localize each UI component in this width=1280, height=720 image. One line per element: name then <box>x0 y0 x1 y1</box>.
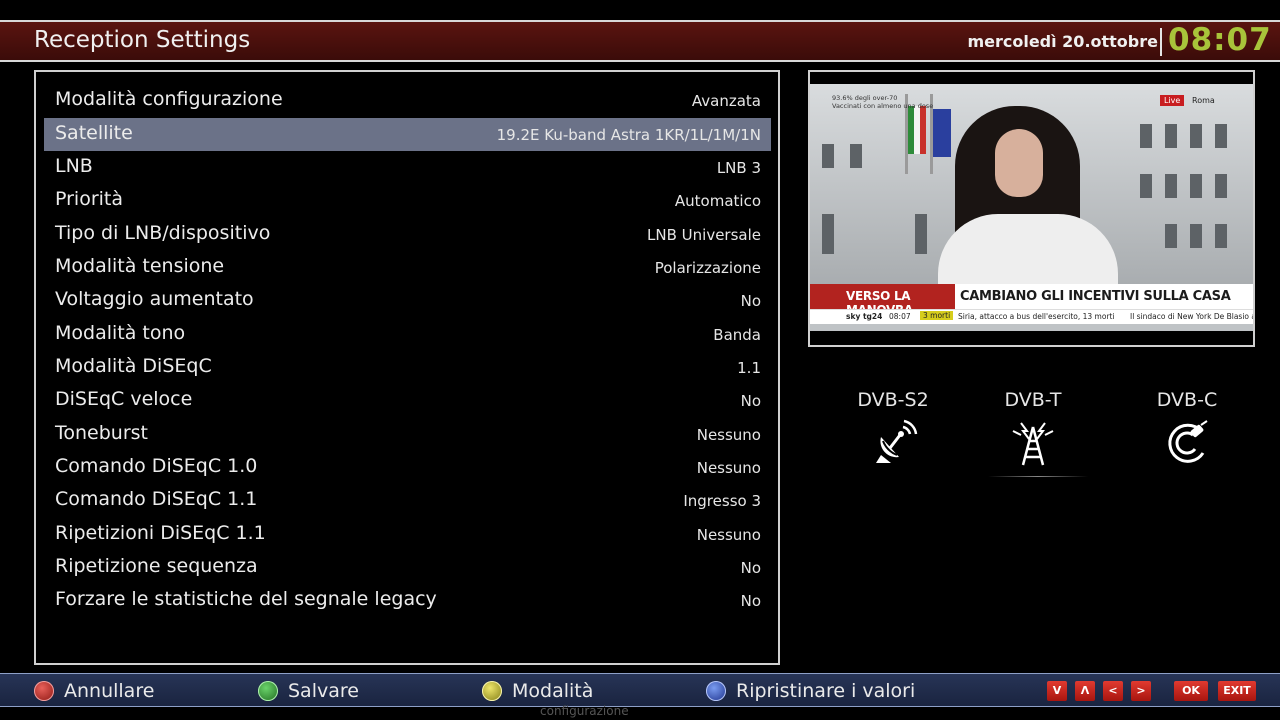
setting-label: Priorità <box>55 188 124 210</box>
date-display: mercoledì 20.ottobre <box>967 32 1158 51</box>
setting-row-sequence-repeat[interactable]: Ripetizione sequenza No <box>44 551 771 584</box>
setting-row-satellite[interactable]: Satellite 19.2E Ku-band Astra 1KR/1L/1M/… <box>44 118 771 151</box>
setting-row-voltage-mode[interactable]: Modalità tensione Polarizzazione <box>44 251 771 284</box>
setting-row-fast-diseqc[interactable]: DiSEqC veloce No <box>44 384 771 417</box>
setting-value: Automatico <box>674 192 761 210</box>
tuner-label: DVB-S2 <box>857 389 929 411</box>
ok-key-button[interactable]: OK <box>1174 681 1208 701</box>
yellow-button-icon <box>482 681 502 701</box>
settings-list: Modalità configurazione Avanzata Satelli… <box>34 70 780 665</box>
setting-value: Banda <box>713 326 761 344</box>
news-banner: VERSO LA MANOVRA CAMBIANO GLI INCENTIVI … <box>810 284 1253 317</box>
setting-value: LNB Universale <box>647 226 761 244</box>
setting-row-lnb-type[interactable]: Tipo di LNB/dispositivo LNB Universale <box>44 218 771 251</box>
setting-value: Nessuno <box>696 526 761 544</box>
tuner-dvb-s2: DVB-S2 <box>833 389 953 473</box>
down-key-button[interactable]: V <box>1047 681 1067 701</box>
setting-row-toneburst[interactable]: Toneburst Nessuno <box>44 418 771 451</box>
setting-row-diseqc-command-10[interactable]: Comando DiSEqC 1.0 Nessuno <box>44 451 771 484</box>
live-city: Roma <box>1192 96 1215 105</box>
green-button-icon <box>258 681 278 701</box>
setting-value: No <box>740 392 761 410</box>
right-key-button[interactable]: > <box>1131 681 1151 701</box>
footer-overflow-text: configurazione <box>540 704 629 718</box>
setting-row-diseqc-mode[interactable]: Modalità DiSEqC 1.1 <box>44 351 771 384</box>
setting-label: Modalità tensione <box>55 255 225 277</box>
setting-label: Modalità DiSEqC <box>55 355 212 377</box>
page-title: Reception Settings <box>34 27 251 53</box>
tuner-selection-indicator <box>988 476 1088 477</box>
news-ticker: sky tg24 08:07 3 morti Siria, attacco a … <box>810 309 1253 324</box>
setting-value: Nessuno <box>696 459 761 477</box>
setting-value: No <box>740 592 761 610</box>
satellite-dish-icon <box>876 419 918 463</box>
video-frame: 93.6% degli over-70 Vaccinati con almeno… <box>810 84 1253 331</box>
live-badge: Live <box>1160 95 1185 106</box>
setting-value: Polarizzazione <box>654 259 761 277</box>
setting-row-increased-voltage[interactable]: Voltaggio aumentato No <box>44 284 771 317</box>
setting-row-legacy-signal-stats[interactable]: Forzare le statistiche del segnale legac… <box>44 584 771 617</box>
clock-display: 08:07 <box>1168 22 1272 58</box>
exit-key-button[interactable]: EXIT <box>1218 681 1256 701</box>
setting-value: Ingresso 3 <box>683 492 761 510</box>
setting-label: Modalità tono <box>55 322 186 344</box>
setting-label: Ripetizione sequenza <box>55 555 258 577</box>
up-key-button[interactable]: Λ <box>1075 681 1095 701</box>
setting-row-diseqc-repeats[interactable]: Ripetizioni DiSEqC 1.1 Nessuno <box>44 518 771 551</box>
left-key-button[interactable]: < <box>1103 681 1123 701</box>
setting-row-tone-mode[interactable]: Modalità tono Banda <box>44 318 771 351</box>
setting-value: LNB 3 <box>716 159 761 177</box>
setting-value: No <box>740 559 761 577</box>
setting-label: LNB <box>55 155 93 177</box>
setting-label: Voltaggio aumentato <box>55 288 254 310</box>
setting-label: Tipo di LNB/dispositivo <box>55 222 271 244</box>
setting-label: Modalità configurazione <box>55 88 283 110</box>
setting-label: Satellite <box>55 122 133 144</box>
setting-label: Comando DiSEqC 1.1 <box>55 488 258 510</box>
setting-row-configuration-mode[interactable]: Modalità configurazione Avanzata <box>44 84 771 117</box>
setting-value: 1.1 <box>737 359 761 377</box>
setting-row-priority[interactable]: Priorità Automatico <box>44 184 771 217</box>
header-bar: Reception Settings mercoledì 20.ottobre … <box>0 20 1280 62</box>
blue-button-icon <box>706 681 726 701</box>
header-separator <box>1160 28 1162 56</box>
tuner-dvb-c: DVB-C <box>1127 389 1247 473</box>
tuner-label: DVB-C <box>1156 389 1218 411</box>
footer-bar: Annullare Salvare Modalità Ripristinare … <box>0 673 1280 707</box>
tuner-dvb-t: DVB-T <box>973 389 1093 473</box>
setting-value: No <box>740 292 761 310</box>
setting-value: Nessuno <box>696 426 761 444</box>
red-button-icon <box>34 681 54 701</box>
tuner-label: DVB-T <box>1004 389 1062 411</box>
antenna-tower-icon <box>1012 422 1054 466</box>
setting-row-lnb[interactable]: LNB LNB 3 <box>44 151 771 184</box>
setting-row-diseqc-command-11[interactable]: Comando DiSEqC 1.1 Ingresso 3 <box>44 484 771 517</box>
setting-label: Comando DiSEqC 1.0 <box>55 455 258 477</box>
channel-logo: sky tg24 <box>846 312 883 321</box>
setting-value: Avanzata <box>691 92 761 110</box>
vaccine-overlay: 93.6% degli over-70 Vaccinati con almeno… <box>832 94 934 110</box>
setting-value: 19.2E Ku-band Astra 1KR/1L/1M/1N <box>496 126 761 144</box>
setting-label: DiSEqC veloce <box>55 388 193 410</box>
setting-label: Ripetizioni DiSEqC 1.1 <box>55 522 266 544</box>
setting-label: Toneburst <box>55 422 148 444</box>
setting-label: Forzare le statistiche del segnale legac… <box>55 588 437 610</box>
tv-preview: 93.6% degli over-70 Vaccinati con almeno… <box>808 70 1255 347</box>
cable-icon <box>1168 420 1208 463</box>
